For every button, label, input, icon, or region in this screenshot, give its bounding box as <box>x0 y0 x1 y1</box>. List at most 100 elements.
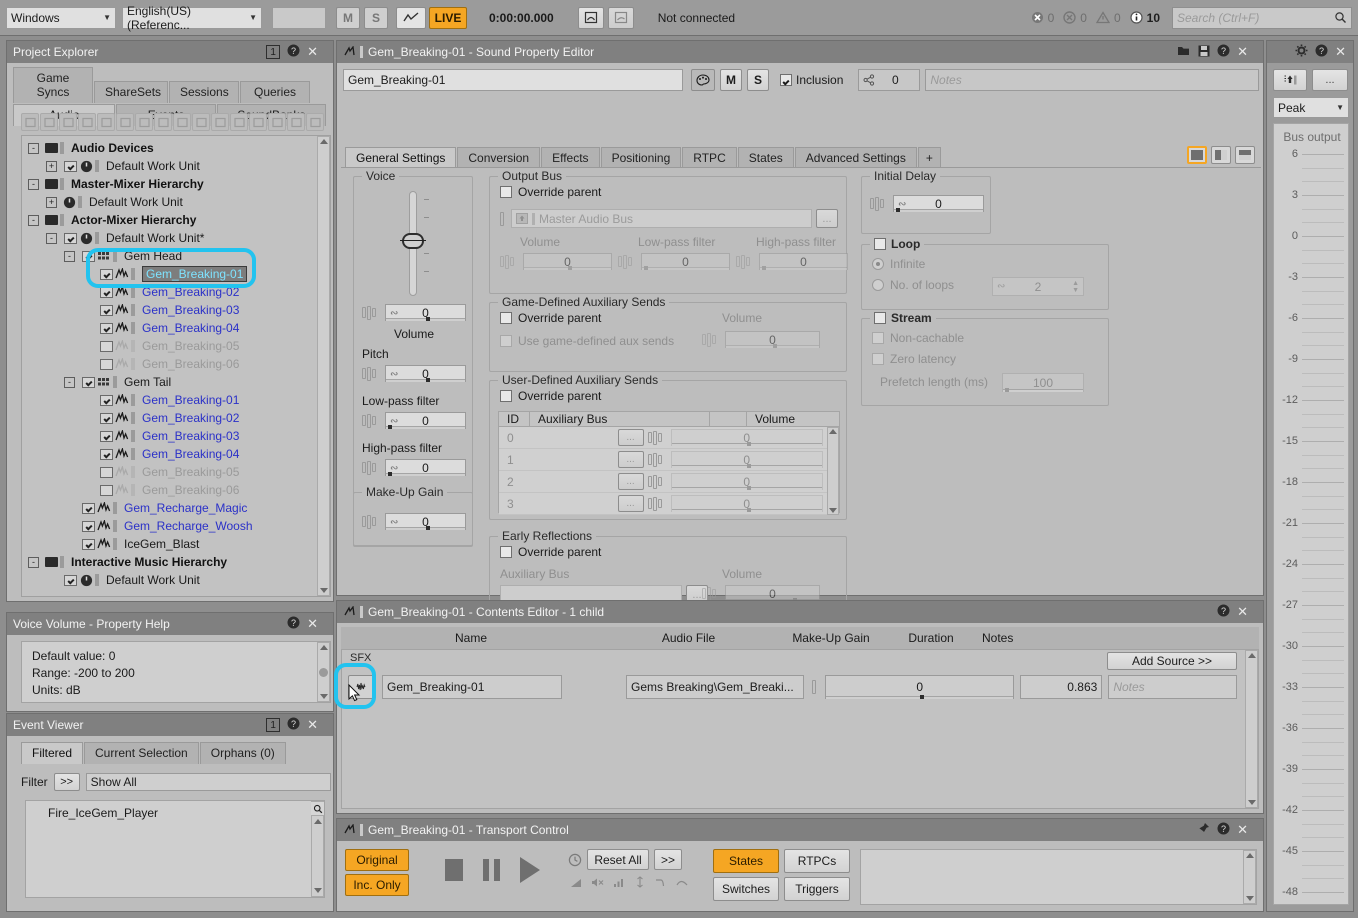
tree-item[interactable]: Gem_Breaking-04 <box>22 445 317 463</box>
aux-bus-icon[interactable] <box>230 113 248 131</box>
tree-item[interactable]: - Master-Mixer Hierarchy <box>22 175 317 193</box>
close-icon[interactable]: ✕ <box>1335 44 1346 60</box>
tree-inclusion-checkbox[interactable] <box>100 412 113 424</box>
transport-more-button[interactable]: >> <box>654 849 682 870</box>
new-folder-icon[interactable] <box>40 113 58 131</box>
game-aux-override-row[interactable]: Override parent <box>500 311 601 325</box>
inclusion-checkbox[interactable] <box>780 74 792 86</box>
randomizer-icon[interactable] <box>618 254 640 269</box>
user-aux-volume-input[interactable]: 0 <box>670 451 823 468</box>
clock-icon[interactable] <box>568 853 582 867</box>
transport-control-title[interactable]: Gem_Breaking-01 - Transport Control ? ✕ <box>337 819 1263 841</box>
tree-item[interactable]: - Actor-Mixer Hierarchy <box>22 211 317 229</box>
pause-icon[interactable] <box>483 859 500 881</box>
tree-item[interactable]: Gem_Breaking-06 <box>22 355 317 373</box>
tab-general-settings[interactable]: General Settings <box>345 147 457 169</box>
sound-property-editor-title[interactable]: Gem_Breaking-01 - Sound Property Editor … <box>337 41 1263 63</box>
output-bus-highpass-input[interactable]: 0 <box>759 253 848 270</box>
property-help-title[interactable]: Voice Volume - Property Help ? ✕ <box>7 613 333 635</box>
tree-expander[interactable]: - <box>28 142 39 154</box>
attenuation-icon[interactable] <box>613 877 625 891</box>
prefetch-length-input[interactable]: 100 <box>1002 373 1084 392</box>
add-source-button[interactable]: Add Source >> <box>1107 652 1237 670</box>
scroll-down-icon[interactable] <box>319 588 328 593</box>
help-icon[interactable]: ? <box>1217 44 1230 60</box>
tree-expander[interactable]: + <box>46 160 57 172</box>
triggers-button[interactable]: Triggers <box>784 877 850 901</box>
tree-item[interactable]: Gem_Breaking-03 <box>22 301 317 319</box>
scroll-up-icon[interactable] <box>319 645 328 650</box>
loop-count-radio[interactable] <box>872 279 884 291</box>
user-aux-browse-button[interactable]: ... <box>617 495 644 512</box>
tree-item[interactable]: - Gem Tail <box>22 373 317 391</box>
user-aux-volume-input[interactable]: 0 <box>670 429 823 446</box>
search-icon[interactable] <box>1334 11 1347 24</box>
output-bus-lowpass-control[interactable]: 0 <box>618 253 730 270</box>
tab-effects[interactable]: Effects <box>541 147 600 169</box>
output-bus-volume-control[interactable]: 0 <box>500 253 612 270</box>
inc-only-button[interactable]: Inc. Only <box>345 874 409 896</box>
random-icon[interactable] <box>154 113 172 131</box>
help-icon[interactable]: ? <box>287 717 300 733</box>
voice-pitch-input[interactable]: ∾ 0 <box>385 365 466 382</box>
col-duration[interactable]: Duration <box>886 631 976 645</box>
close-icon[interactable]: ✕ <box>1237 604 1248 620</box>
user-aux-browse-button[interactable]: ... <box>617 451 644 468</box>
zero-latency-row[interactable]: Zero latency <box>872 352 956 366</box>
notes-input[interactable]: Notes <box>925 69 1259 91</box>
tree-inclusion-checkbox[interactable] <box>100 430 113 442</box>
user-aux-row[interactable]: 1... 0 <box>499 449 827 471</box>
scroll-up-icon[interactable] <box>829 429 837 434</box>
rtpcs-button[interactable]: RTPCs <box>784 849 850 873</box>
use-game-aux-row[interactable]: Use game-defined aux sends <box>500 334 674 348</box>
tree-expander[interactable]: + <box>46 196 57 208</box>
motion-icon[interactable] <box>192 113 210 131</box>
voice-lowpass-input[interactable]: ∾ 0 <box>385 412 466 429</box>
user-aux-override-row[interactable]: Override parent <box>500 389 601 403</box>
col-audio-file[interactable]: Audio File <box>601 631 776 645</box>
non-cachable-row[interactable]: Non-cachable <box>872 331 964 345</box>
zero-latency-checkbox[interactable] <box>872 353 884 365</box>
tree-expander[interactable]: - <box>64 376 75 388</box>
stop-icon[interactable] <box>445 859 463 881</box>
tree-item[interactable]: - Default Work Unit* <box>22 229 317 247</box>
tree-inclusion-checkbox[interactable] <box>64 232 77 244</box>
user-aux-volume-input[interactable]: 0 <box>670 495 823 512</box>
tree-inclusion-checkbox[interactable] <box>100 304 113 316</box>
range-icon[interactable] <box>306 113 324 131</box>
tab-filtered[interactable]: Filtered <box>21 742 84 764</box>
loop-checkbox[interactable] <box>874 238 886 250</box>
voice-highpass-control[interactable]: ∾ 0 <box>362 459 466 476</box>
tree-expander[interactable]: - <box>46 232 57 244</box>
contents-scrollbar[interactable] <box>1245 650 1258 808</box>
tree-item[interactable]: Gem_Breaking-05 <box>22 463 317 481</box>
tree-inclusion-checkbox[interactable] <box>100 358 113 370</box>
remote-connect-icon[interactable] <box>577 6 604 29</box>
tree-inclusion-checkbox[interactable] <box>82 250 95 262</box>
tab-advanced-settings[interactable]: Advanced Settings <box>794 147 917 169</box>
transport-info-scrollbar[interactable] <box>1243 850 1256 904</box>
randomizer-icon[interactable] <box>362 460 384 475</box>
tree-item[interactable]: + Default Work Unit <box>22 193 317 211</box>
save-icon[interactable] <box>1198 45 1210 60</box>
tree-item[interactable]: Gem_Breaking-01 <box>22 391 317 409</box>
makeup-gain-control[interactable]: ∾ 0 <box>362 513 466 530</box>
tab-positioning[interactable]: Positioning <box>600 147 682 169</box>
game-aux-volume-input[interactable]: 0 <box>725 331 820 348</box>
tab-sessions[interactable]: Sessions <box>169 81 239 103</box>
close-icon[interactable]: ✕ <box>1237 44 1248 60</box>
audio-hierarchy-tree[interactable]: - Audio Devices + Default Work Unit - Master-… <box>22 136 317 596</box>
tab-conversion[interactable]: Conversion <box>457 147 541 169</box>
help-icon[interactable]: ? <box>287 44 300 60</box>
tree-item[interactable]: - Audio Devices <box>22 139 317 157</box>
lpf-icon[interactable] <box>655 877 667 891</box>
tab-sharesets[interactable]: ShareSets <box>94 81 168 103</box>
use-game-aux-checkbox[interactable] <box>500 335 512 347</box>
voice-volume-fader[interactable] <box>400 191 429 296</box>
col-notes[interactable]: Notes <box>976 631 1066 645</box>
voice-lowpass-control[interactable]: ∾ 0 <box>362 412 466 429</box>
randomizer-icon[interactable] <box>647 496 670 511</box>
user-aux-browse-button[interactable]: ... <box>617 473 644 490</box>
tree-item[interactable]: Gem_Breaking-03 <box>22 427 317 445</box>
global-mute-button[interactable]: M <box>336 6 360 29</box>
